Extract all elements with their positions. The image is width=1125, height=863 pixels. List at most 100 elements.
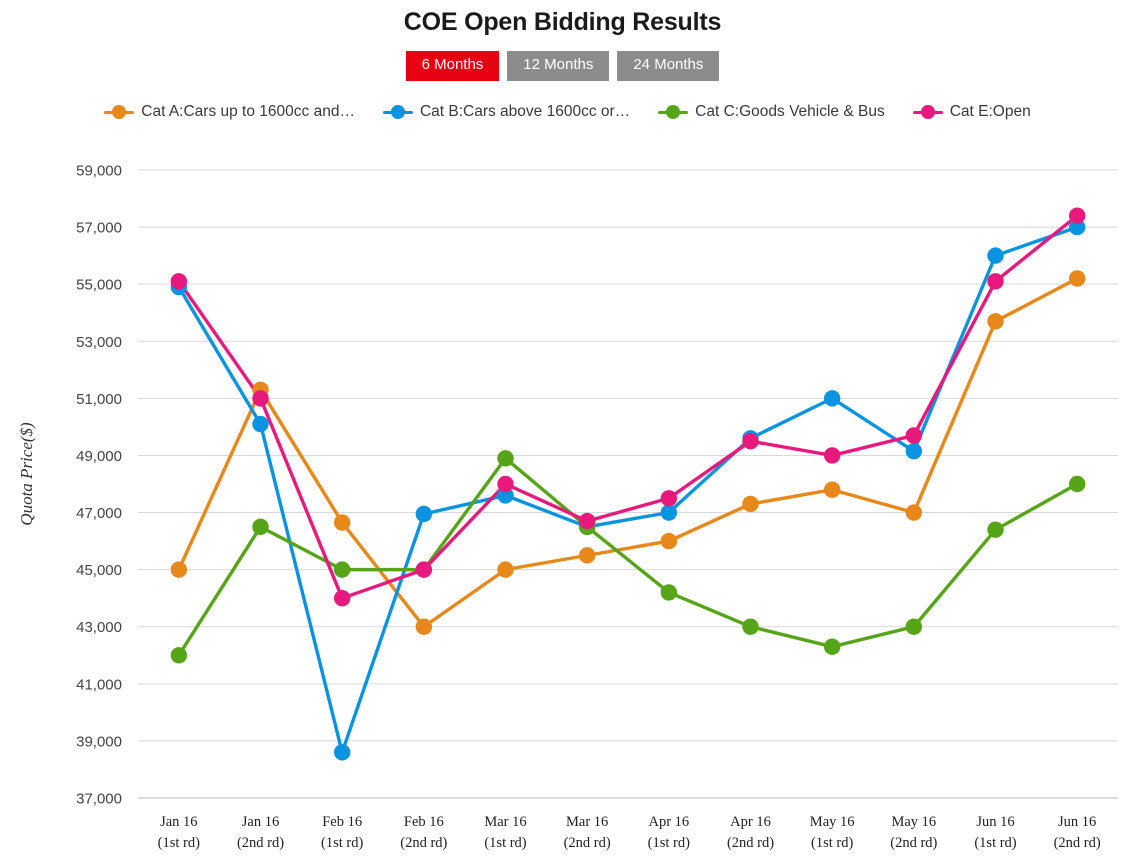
x-axis-tick-label: Feb 16 xyxy=(404,814,444,830)
data-point-2-7[interactable] xyxy=(660,504,678,521)
data-point-3-9[interactable] xyxy=(823,638,841,655)
range-toggle-group: 6 Months 12 Months 24 Months xyxy=(0,51,1125,81)
x-axis-tick-label: May 16 xyxy=(810,814,855,830)
data-point-1-12[interactable] xyxy=(1068,270,1086,287)
y-axis-tick-label: 55,000 xyxy=(76,277,122,294)
data-point-3-7[interactable] xyxy=(660,584,678,601)
y-axis-tick-label: 47,000 xyxy=(76,505,122,522)
x-axis-tick-label: (2nd rd) xyxy=(400,835,447,851)
data-point-4-3[interactable] xyxy=(333,589,351,607)
data-point-1-4[interactable] xyxy=(415,618,433,635)
data-point-1-5[interactable] xyxy=(497,561,514,578)
data-point-3-10[interactable] xyxy=(905,618,923,635)
y-axis-tick-label: 49,000 xyxy=(76,448,122,465)
range-button-6-months[interactable]: 6 Months xyxy=(405,51,500,81)
series-line-1 xyxy=(177,276,1079,629)
line-chart: 37,000 39,000 41,000 43,000 45,000 47,000 49,0… xyxy=(17,163,1118,851)
legend-label: Cat B:Cars above 1600cc or… xyxy=(419,102,631,120)
data-point-1-9[interactable] xyxy=(823,481,841,498)
data-point-4-12[interactable] xyxy=(1068,207,1086,224)
x-axis-tick-label: (1st rd) xyxy=(321,835,363,851)
data-point-2-4[interactable] xyxy=(415,505,433,523)
data-point-2-11[interactable] xyxy=(987,247,1004,264)
x-axis-tick-label: (1st rd) xyxy=(484,835,526,851)
x-axis-tick-label: (2nd rd) xyxy=(890,835,937,851)
legend-marker-icon xyxy=(104,104,135,119)
x-axis-tick-label: (1st rd) xyxy=(158,835,200,851)
x-axis-tick-label: Mar 16 xyxy=(566,814,608,830)
x-axis-tick-label: Jan 16 xyxy=(160,814,197,830)
data-point-1-10[interactable] xyxy=(905,504,923,521)
range-button-24-months[interactable]: 24 Months xyxy=(617,51,720,81)
page-title: COE Open Bidding Results xyxy=(403,8,722,36)
data-point-1-1[interactable] xyxy=(170,561,188,578)
data-point-4-8[interactable] xyxy=(742,432,759,450)
data-point-4-4[interactable] xyxy=(415,561,433,578)
data-point-2-2[interactable] xyxy=(252,415,269,433)
data-point-3-1[interactable] xyxy=(170,647,188,664)
data-point-2-9[interactable] xyxy=(823,390,841,407)
legend-marker-icon xyxy=(382,104,413,119)
chart-plot-area: 37,000 39,000 41,000 43,000 45,000 47,000 49,0… xyxy=(0,150,1125,863)
data-point-3-12[interactable] xyxy=(1068,475,1086,493)
y-axis-tick-label: 43,000 xyxy=(76,619,122,636)
series-line-4 xyxy=(177,213,1079,600)
data-point-2-3[interactable] xyxy=(333,744,351,761)
x-axis-tick-label: Jun 16 xyxy=(976,814,1014,830)
x-axis-tick-label: Jun 16 xyxy=(1058,814,1096,830)
x-axis-tick-label: (2nd rd) xyxy=(727,835,774,851)
legend-item-3[interactable]: Cat C:Goods Vehicle & Bus xyxy=(658,103,885,121)
data-point-1-8[interactable] xyxy=(742,495,759,513)
data-point-4-7[interactable] xyxy=(660,490,678,507)
y-axis-tick-label: 45,000 xyxy=(76,562,122,579)
x-axis-tick-label: (1st rd) xyxy=(648,835,690,851)
data-point-3-3[interactable] xyxy=(333,561,351,578)
legend-label: Cat E:Open xyxy=(949,102,1031,120)
x-axis-tick-label: (2nd rd) xyxy=(1054,835,1101,851)
data-point-2-10[interactable] xyxy=(905,442,923,460)
x-axis-tick-label: Jan 16 xyxy=(242,814,279,830)
x-axis-tick-label: (2nd rd) xyxy=(237,835,284,851)
data-point-1-6[interactable] xyxy=(578,547,596,564)
x-axis-tick-label: Apr 16 xyxy=(730,814,771,830)
data-point-4-11[interactable] xyxy=(987,273,1004,290)
y-axis-tick-label: 41,000 xyxy=(76,676,122,693)
data-point-1-7[interactable] xyxy=(660,532,678,550)
data-point-4-2[interactable] xyxy=(252,390,269,407)
data-point-4-5[interactable] xyxy=(497,475,514,493)
data-point-4-9[interactable] xyxy=(823,447,841,464)
y-axis-tick-label: 53,000 xyxy=(76,334,122,351)
data-point-3-11[interactable] xyxy=(987,521,1004,538)
legend-label: Cat A:Cars up to 1600cc and… xyxy=(141,102,355,120)
data-point-4-1[interactable] xyxy=(170,273,188,290)
legend-item-2[interactable]: Cat B:Cars above 1600cc or… xyxy=(382,102,631,121)
y-axis-tick-label: 39,000 xyxy=(76,733,122,750)
y-axis-tick-label: 59,000 xyxy=(76,163,122,180)
series-line-3 xyxy=(177,456,1079,657)
y-axis-tick-label: 57,000 xyxy=(76,220,122,237)
data-point-4-10[interactable] xyxy=(905,427,923,444)
data-point-3-2[interactable] xyxy=(252,518,269,536)
x-axis-tick-label: May 16 xyxy=(891,814,936,830)
data-point-3-5[interactable] xyxy=(497,450,514,467)
data-point-3-8[interactable] xyxy=(742,618,759,635)
legend-item-4[interactable]: Cat E:Open xyxy=(912,102,1031,121)
legend-marker-icon xyxy=(912,104,943,119)
data-point-4-6[interactable] xyxy=(578,512,596,530)
legend-marker-icon xyxy=(658,104,689,119)
series-line-2 xyxy=(177,225,1079,755)
y-axis-title: Quota Price($) xyxy=(17,422,36,526)
data-point-1-11[interactable] xyxy=(987,313,1004,330)
data-point-1-3[interactable] xyxy=(333,514,351,531)
x-axis-tick-label: (1st rd) xyxy=(974,835,1016,851)
range-button-12-months[interactable]: 12 Months xyxy=(507,51,610,81)
x-axis-tick-label: Feb 16 xyxy=(322,814,362,830)
x-axis-tick-label: (1st rd) xyxy=(811,835,853,851)
legend-label: Cat C:Goods Vehicle & Bus xyxy=(695,102,885,120)
y-axis-tick-label: 37,000 xyxy=(76,791,122,808)
x-axis-tick-label: Mar 16 xyxy=(484,814,526,830)
y-axis-tick-label: 51,000 xyxy=(76,391,122,408)
chart-legend: Cat A:Cars up to 1600cc and… Cat B:Cars a… xyxy=(0,103,1125,121)
x-axis-tick-label: Apr 16 xyxy=(648,814,689,830)
legend-item-1[interactable]: Cat A:Cars up to 1600cc and… xyxy=(104,103,355,121)
